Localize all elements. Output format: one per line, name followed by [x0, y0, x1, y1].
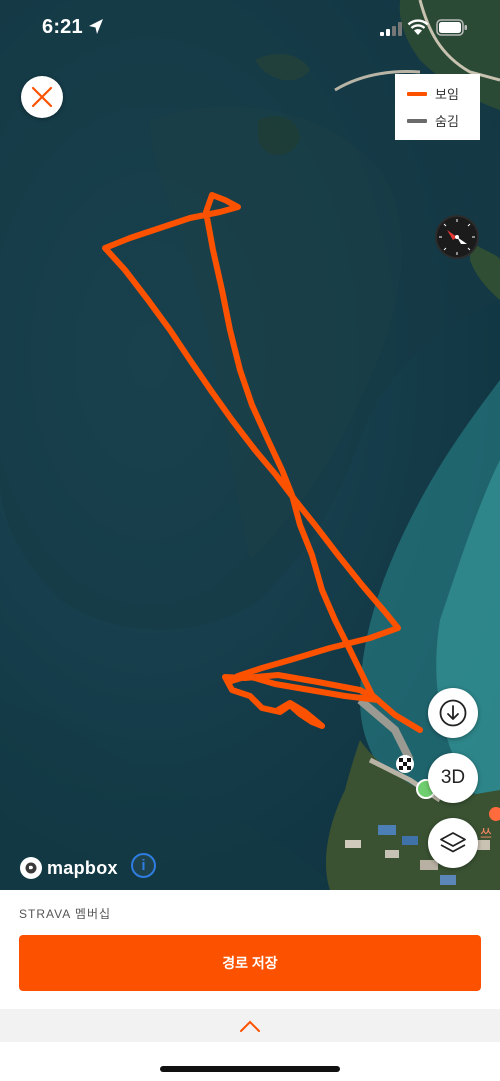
three-d-button[interactable]: 3D: [428, 753, 478, 803]
battery-icon: [436, 19, 467, 36]
mapbox-logo[interactable]: mapbox: [20, 856, 118, 880]
close-icon: [31, 86, 53, 108]
legend-item-hidden[interactable]: 숨김: [407, 107, 480, 134]
status-time: 6:21: [42, 16, 83, 38]
compass-button[interactable]: [435, 215, 479, 259]
download-icon: [439, 699, 467, 727]
membership-label: STRAVA 멤버십: [19, 907, 112, 921]
wifi-icon: [407, 19, 429, 35]
signal-icon: [380, 22, 402, 36]
status-bar: 6:21: [0, 0, 500, 56]
legend-swatch-hidden: [407, 118, 427, 123]
location-arrow-icon: [89, 19, 103, 34]
mapbox-logo-text: mapbox: [47, 857, 118, 878]
layers-icon: [440, 832, 466, 853]
map-view[interactable]: 쓰 6:21 보임 숨김 3D mapbox i: [0, 0, 500, 890]
chevron-up-icon: [240, 1020, 260, 1032]
legend-label-hidden: 숨김: [435, 114, 459, 129]
layers-button[interactable]: [428, 818, 478, 868]
route-legend: 보임 숨김: [395, 74, 480, 140]
bottom-panel: STRAVA 멤버십 경로 저장: [0, 890, 500, 1081]
place-label: 쓰: [480, 826, 492, 841]
info-icon: i: [141, 857, 146, 874]
save-route-button[interactable]: 경로 저장: [19, 935, 481, 991]
three-d-label: 3D: [440, 767, 466, 788]
home-indicator: [160, 1066, 340, 1072]
info-button[interactable]: i: [131, 853, 156, 878]
route-map-screen: 쓰 6:21 보임 숨김 3D mapbox i STRAVA 멤버십 경로 저…: [0, 0, 500, 1081]
legend-label-visible: 보임: [435, 87, 459, 102]
save-route-label: 경로 저장: [222, 955, 278, 971]
download-button[interactable]: [428, 688, 478, 738]
compass-icon: [439, 219, 475, 255]
legend-item-visible[interactable]: 보임: [407, 80, 480, 107]
expand-panel-handle[interactable]: [0, 1009, 500, 1042]
mapbox-mark-icon: [20, 857, 42, 879]
close-button[interactable]: [21, 76, 63, 118]
legend-swatch-visible: [407, 91, 427, 96]
